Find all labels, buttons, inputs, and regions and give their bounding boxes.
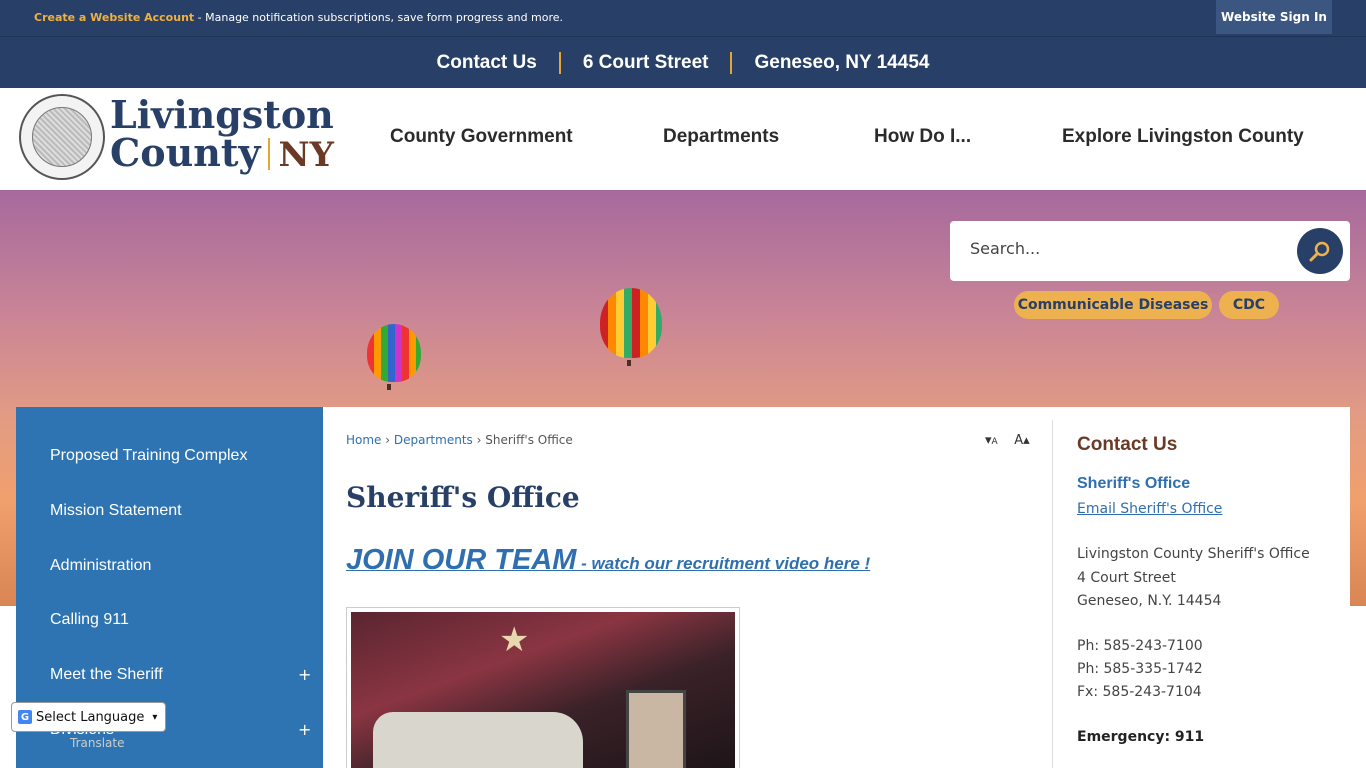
translate-powered-by[interactable]: Translate	[70, 736, 125, 750]
balloon-basket	[627, 360, 631, 366]
contact-separator	[730, 51, 733, 74]
main-content: Home › Departments › Sheriff's Office ▾A…	[323, 407, 1350, 768]
website-sign-in-button[interactable]: Website Sign In	[1216, 0, 1332, 34]
contact-address-line2: 4 Court Street	[1077, 570, 1176, 586]
contact-name-link[interactable]: Sheriff's Office	[1077, 475, 1190, 493]
increase-font-label: A	[1014, 433, 1024, 448]
quick-link-communicable-diseases[interactable]: Communicable Diseases	[1014, 291, 1212, 319]
logo-line2: County	[110, 130, 261, 175]
sidebar-item-mission-statement[interactable]: Mission Statement	[50, 502, 182, 520]
sheriff-office-photo: ★	[346, 607, 740, 768]
breadcrumb-departments[interactable]: Departments	[394, 433, 473, 447]
balloon-basket	[387, 384, 391, 390]
site-logo[interactable]: Livingston County NY	[110, 92, 334, 175]
county-seal-logo[interactable]	[19, 94, 105, 180]
chevron-down-icon: ▾	[152, 711, 158, 723]
contact-heading: Contact Us	[1077, 434, 1178, 455]
site-header: Livingston County NY County Government De…	[0, 88, 1366, 190]
contact-emergency: Emergency: 911	[1077, 729, 1205, 745]
breadcrumb-separator: ›	[476, 433, 482, 447]
contact-fax: Fx: 585-243-7104	[1077, 684, 1202, 700]
decrease-font-button[interactable]: ▾A	[985, 433, 998, 448]
increase-font-button[interactable]: A▴	[1014, 433, 1029, 448]
top-account-bar: Create a Website Account - Manage notifi…	[0, 0, 1366, 36]
hot-air-balloon-image	[367, 324, 421, 382]
address-street[interactable]: 6 Court Street	[583, 52, 709, 74]
patrol-car-image	[373, 712, 583, 768]
page-title: Sheriff's Office	[346, 481, 580, 514]
search-input[interactable]	[970, 239, 1270, 258]
contact-us-link[interactable]: Contact Us	[437, 52, 537, 74]
join-heading: JOIN OUR TEAM	[346, 544, 577, 576]
contact-address-line3: Geneseo, N.Y. 14454	[1077, 593, 1222, 609]
search-icon	[1309, 241, 1330, 262]
account-promo: Create a Website Account - Manage notifi…	[34, 11, 563, 24]
language-select[interactable]: G Select Language ▾	[11, 702, 166, 732]
search-box	[950, 221, 1350, 281]
join-subtext: - watch our recruitment video here !	[576, 554, 871, 573]
expand-plus-icon[interactable]: +	[298, 720, 311, 739]
contact-separator	[558, 51, 561, 74]
sidebar-item-calling-911[interactable]: Calling 911	[50, 611, 129, 629]
create-account-link[interactable]: Create a Website Account	[34, 11, 194, 24]
column-divider	[1052, 420, 1053, 768]
contact-bar: Contact Us 6 Court Street Geneseo, NY 14…	[0, 36, 1366, 88]
sidebar-item-proposed-training-complex[interactable]: Proposed Training Complex	[50, 447, 247, 465]
address-city[interactable]: Geneseo, NY 14454	[754, 52, 929, 74]
breadcrumb-separator: ›	[385, 433, 391, 447]
logo-line1: Livingston	[110, 92, 334, 137]
nav-county-government[interactable]: County Government	[390, 126, 573, 148]
contact-phone1: Ph: 585-243-7100	[1077, 638, 1203, 654]
decrease-font-label: A	[991, 437, 998, 447]
contact-email-link[interactable]: Email Sheriff's Office	[1077, 501, 1222, 517]
nav-explore-livingston-county[interactable]: Explore Livingston County	[1062, 126, 1304, 148]
expand-plus-icon[interactable]: +	[298, 665, 311, 684]
search-button[interactable]	[1297, 228, 1343, 274]
breadcrumb: Home › Departments › Sheriff's Office	[346, 433, 573, 447]
breadcrumb-current: Sheriff's Office	[485, 433, 573, 447]
sidebar-item-meet-the-sheriff[interactable]: Meet the Sheriff	[50, 666, 163, 684]
google-translate-icon: G	[18, 710, 32, 724]
contact-phone2: Ph: 585-335-1742	[1077, 661, 1203, 677]
font-resize-controls: ▾A A▴	[985, 433, 1030, 448]
building-door-image	[626, 690, 686, 768]
contact-address-line1: Livingston County Sheriff's Office	[1077, 546, 1310, 562]
breadcrumb-home[interactable]: Home	[346, 433, 381, 447]
language-select-label: Select Language	[36, 709, 145, 725]
logo-state: NY	[278, 135, 334, 175]
nav-how-do-i[interactable]: How Do I...	[874, 126, 971, 148]
quick-link-cdc[interactable]: CDC	[1219, 291, 1279, 319]
nav-departments[interactable]: Departments	[663, 126, 779, 148]
sheriff-star-icon: ★	[499, 620, 530, 660]
account-promo-desc: - Manage notification subscriptions, sav…	[194, 11, 564, 24]
sidebar-item-administration[interactable]: Administration	[50, 557, 151, 575]
join-our-team-link[interactable]: JOIN OUR TEAM - watch our recruitment vi…	[346, 544, 870, 577]
hot-air-balloon-image	[600, 288, 662, 358]
